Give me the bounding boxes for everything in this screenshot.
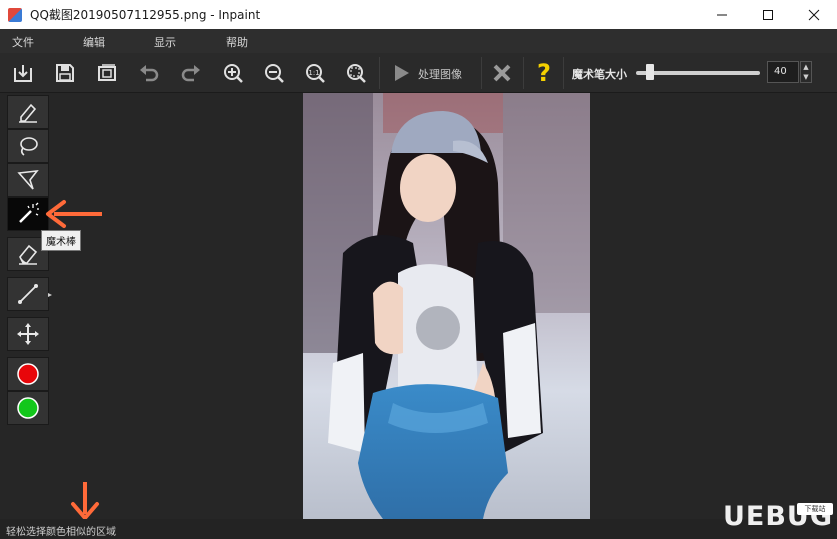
pointer-arrow-icon: [46, 200, 102, 228]
polygon-lasso-tool[interactable]: [7, 163, 49, 197]
tool-panel: [7, 95, 52, 429]
red-marker-color[interactable]: [7, 357, 49, 391]
pencil-marker-icon: [19, 103, 37, 123]
green-marker-color[interactable]: [7, 391, 49, 425]
polygon-lasso-icon: [17, 169, 39, 190]
pointer-down-arrow-icon: [71, 482, 99, 520]
line-tool[interactable]: [7, 277, 52, 311]
brush-size-slider[interactable]: [636, 71, 760, 75]
green-circle-icon: [17, 397, 39, 419]
magic-wand-tooltip: 魔术棒: [41, 230, 81, 251]
title-bar: QQ截图20190507112955.png - Inpaint: [0, 0, 837, 29]
maximize-icon: [763, 9, 773, 20]
save-button[interactable]: [50, 59, 80, 87]
lasso-icon: [20, 137, 38, 156]
svg-text:1:1: 1:1: [308, 69, 319, 77]
menu-bar: 文件 编辑 显示 帮助: [0, 29, 837, 53]
save-icon: [56, 64, 74, 82]
move-arrows-icon: [17, 323, 39, 345]
open-button[interactable]: [8, 59, 38, 87]
expand-arrow-icon: [48, 293, 52, 297]
move-tool[interactable]: [7, 317, 49, 351]
redo-icon: [181, 65, 200, 82]
magic-wand-icon: [19, 202, 39, 223]
close-icon: [808, 9, 820, 20]
play-icon: [395, 65, 409, 81]
brush-size-label: 魔术笔大小: [572, 68, 627, 81]
save-as-icon: [98, 64, 116, 81]
zoom-in-button[interactable]: [218, 59, 248, 87]
line-icon: [18, 284, 38, 304]
photo-image: [303, 93, 590, 519]
brush-size-stepper[interactable]: ▲ ▼: [800, 61, 812, 83]
toolbar-separator: [379, 57, 380, 89]
brush-size-input[interactable]: 40: [767, 61, 799, 83]
open-file-icon: [14, 65, 32, 82]
help-question-icon: ?: [537, 59, 551, 87]
magic-wand-tool[interactable]: [7, 197, 49, 231]
minimize-button[interactable]: [699, 0, 745, 29]
lasso-tool[interactable]: [7, 129, 49, 163]
menu-edit[interactable]: 编辑: [83, 34, 105, 50]
cancel-x-icon: [493, 64, 511, 82]
watermark-badge: 下载站: [797, 503, 833, 515]
maximize-button[interactable]: [745, 0, 791, 29]
cancel-button[interactable]: [487, 59, 517, 87]
menu-view[interactable]: 显示: [154, 34, 176, 50]
redo-button[interactable]: [176, 59, 206, 87]
toolbar-separator: [481, 57, 482, 89]
menu-file[interactable]: 文件: [12, 34, 34, 50]
minimize-icon: [717, 14, 727, 15]
eraser-icon: [19, 244, 38, 265]
inpaint-window: QQ截图20190507112955.png - Inpaint 文件 编辑 显…: [0, 0, 837, 539]
toolbar-separator: [563, 57, 564, 89]
zoom-out-icon: [265, 64, 284, 83]
image-canvas[interactable]: [303, 93, 590, 519]
close-button[interactable]: [791, 0, 837, 29]
brush-size-slider-thumb[interactable]: [646, 64, 654, 80]
menu-help[interactable]: 帮助: [226, 34, 248, 50]
process-image-button[interactable]: [386, 59, 416, 87]
marker-tool[interactable]: [7, 95, 49, 129]
save-as-button[interactable]: [92, 59, 122, 87]
zoom-fit-button[interactable]: [341, 59, 371, 87]
toolbar-separator: [523, 57, 524, 89]
help-button[interactable]: ?: [529, 59, 559, 87]
window-title: QQ截图20190507112955.png - Inpaint: [30, 8, 261, 22]
app-icon: [8, 7, 22, 22]
status-text: 轻松选择颜色相似的区域: [6, 527, 116, 538]
window-controls: [699, 0, 837, 29]
zoom-actual-size-icon: 1:1: [306, 64, 325, 83]
zoom-fit-icon: [347, 64, 366, 83]
undo-icon: [140, 65, 159, 82]
zoom-out-button[interactable]: [259, 59, 289, 87]
zoom-actual-button[interactable]: 1:1: [300, 59, 330, 87]
process-image-label[interactable]: 处理图像: [418, 66, 462, 82]
zoom-in-icon: [224, 64, 243, 83]
red-circle-icon: [17, 363, 39, 385]
status-bar: 轻松选择颜色相似的区域: [0, 519, 837, 539]
undo-button[interactable]: [134, 59, 164, 87]
